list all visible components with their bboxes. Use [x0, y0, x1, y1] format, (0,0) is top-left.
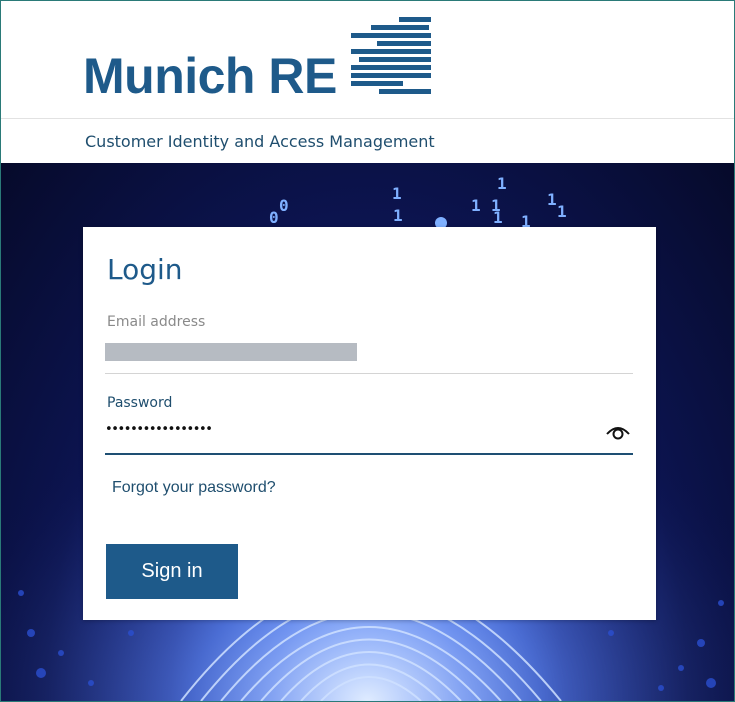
binary-digit: 1	[392, 184, 402, 203]
subheader: Customer Identity and Access Management	[1, 119, 734, 163]
binary-digit: 0	[279, 196, 289, 215]
binary-digit: 0	[269, 208, 279, 227]
binary-digit: 1	[557, 202, 567, 221]
forgot-password-link[interactable]: Forgot your password?	[112, 479, 276, 497]
email-redaction	[105, 343, 357, 361]
login-card: Login Email address Password •••••••••••…	[83, 227, 656, 620]
eye-icon[interactable]	[605, 423, 631, 441]
password-value: •••••••••••••••••	[105, 422, 213, 437]
password-label: Password	[107, 395, 173, 411]
sign-in-button[interactable]: Sign in	[106, 544, 238, 599]
binary-digit: 1	[393, 206, 403, 225]
brand-logo-icon	[351, 17, 431, 94]
login-page: Munich RE Customer Identity and Access M…	[0, 0, 735, 702]
site-header: Munich RE	[1, 1, 734, 118]
email-label: Email address	[107, 314, 206, 330]
app-subtitle: Customer Identity and Access Management	[85, 132, 435, 151]
login-title: Login	[107, 253, 183, 286]
binary-digit: 1	[547, 190, 557, 209]
brand-logo-text: Munich RE	[83, 48, 337, 104]
binary-digit: 1	[497, 174, 507, 193]
binary-digit: 1	[493, 208, 503, 227]
binary-digit: 1	[471, 196, 481, 215]
